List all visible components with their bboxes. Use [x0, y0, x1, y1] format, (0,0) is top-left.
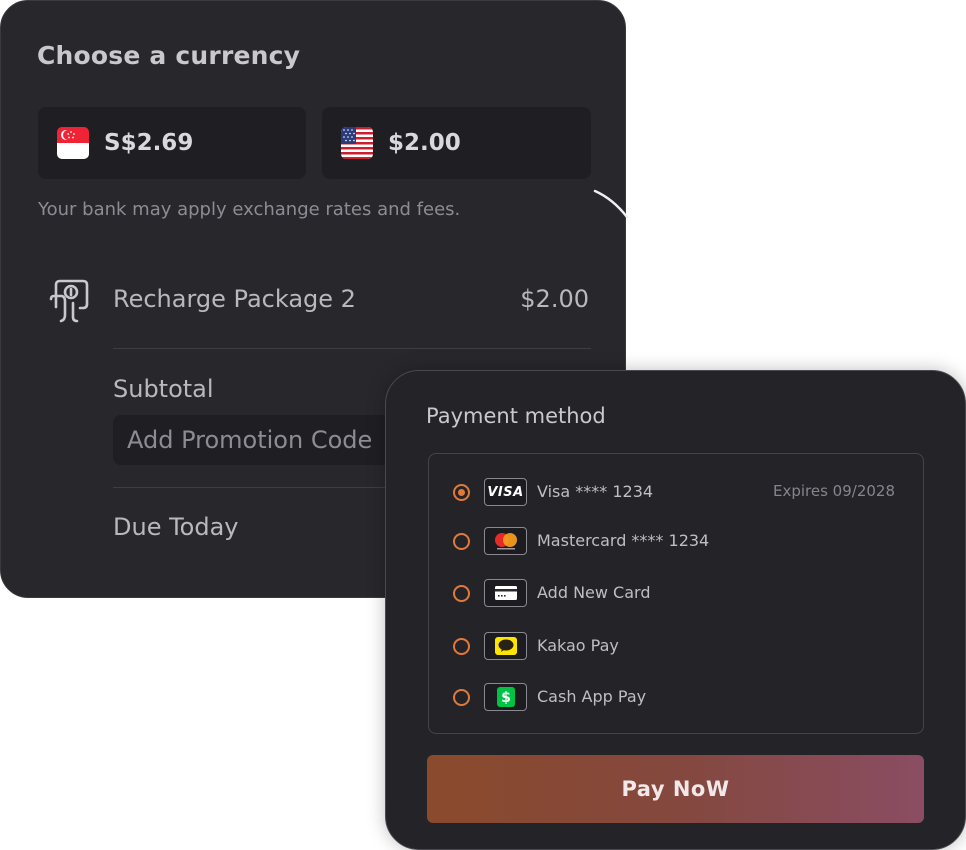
singapore-flag-icon [57, 127, 89, 159]
radio-selected[interactable] [453, 484, 470, 501]
decorative-curve [593, 189, 629, 219]
package-price: $2.00 [520, 285, 589, 313]
visa-logo-text: VISA [487, 484, 524, 500]
payment-option-label: Kakao Pay [537, 636, 619, 655]
pay-now-button[interactable]: Pay NoW [427, 755, 924, 823]
payment-option-mastercard[interactable]: Mastercard **** 1234 [429, 523, 923, 563]
payment-option-cash-app[interactable]: $ Cash App Pay [429, 679, 923, 719]
currency-amount-sgd: S$2.69 [104, 130, 194, 156]
cash-app-icon: $ [484, 683, 527, 711]
payment-option-kakao[interactable]: Kakao Pay [429, 628, 923, 668]
subtotal-label: Subtotal [113, 375, 214, 403]
card-expiry: Expires 09/2028 [772, 482, 895, 500]
kakao-icon [484, 632, 527, 660]
payment-option-label: Mastercard **** 1234 [537, 531, 710, 550]
radio-unselected[interactable] [453, 689, 470, 706]
payment-option-label: Visa **** 1234 [537, 482, 654, 501]
currency-option-sgd[interactable]: S$2.69 [38, 107, 306, 179]
radio-unselected[interactable] [453, 585, 470, 602]
payment-option-label: Cash App Pay [537, 687, 647, 706]
currency-option-usd[interactable]: $2.00 [322, 107, 591, 179]
payment-option-label: Add New Card [537, 583, 651, 602]
radio-unselected[interactable] [453, 533, 470, 550]
payment-method-title: Payment method [426, 404, 606, 428]
radio-unselected[interactable] [453, 638, 470, 655]
currency-title: Choose a currency [37, 41, 301, 70]
promo-code-input[interactable]: Add Promotion Code [113, 415, 413, 465]
mastercard-icon [484, 527, 527, 555]
payment-option-visa[interactable]: VISA Visa **** 1234 Expires 09/2028 [429, 474, 923, 514]
us-flag-icon [341, 127, 373, 159]
currency-amount-usd: $2.00 [388, 130, 461, 156]
card-icon [484, 579, 527, 607]
package-label: Recharge Package 2 [113, 285, 356, 313]
payment-method-list: VISA Visa **** 1234 Expires 09/2028 Mast… [428, 453, 924, 734]
payment-option-add-card[interactable]: Add New Card [429, 575, 923, 615]
svg-text:$: $ [501, 690, 511, 706]
visa-logo-icon: VISA [484, 478, 527, 506]
due-today-label: Due Today [113, 513, 239, 541]
hand-coin-icon [47, 277, 93, 325]
divider [113, 348, 591, 349]
exchange-note: Your bank may apply exchange rates and f… [38, 199, 461, 220]
payment-method-card: Payment method VISA Visa **** 1234 Expir… [385, 370, 966, 850]
